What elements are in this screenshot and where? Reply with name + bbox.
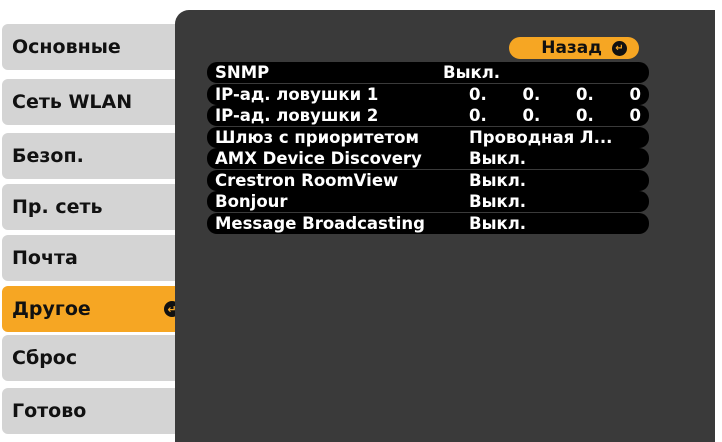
tab-wireless-lan[interactable]: Сеть WLAN bbox=[2, 79, 178, 125]
tab-complete[interactable]: Готово bbox=[2, 388, 178, 434]
enter-icon: ↵ bbox=[612, 40, 627, 56]
setting-row-trap-ip-2[interactable]: IP-ад. ловушки 2 0. 0. 0. 0 bbox=[207, 105, 649, 126]
setting-value: Выкл. bbox=[469, 213, 527, 233]
tab-mail[interactable]: Почта bbox=[2, 235, 178, 281]
ip-octet: 0. bbox=[522, 84, 541, 104]
tab-label: Готово bbox=[12, 400, 87, 422]
setting-row-trap-ip-1[interactable]: IP-ад. ловушки 1 0. 0. 0. 0 bbox=[207, 83, 649, 105]
tab-label: Пр. сеть bbox=[12, 196, 103, 218]
setting-label: IP-ад. ловушки 2 bbox=[215, 106, 379, 125]
setting-value: Выкл. bbox=[469, 170, 527, 190]
ip-octet: 0. bbox=[469, 84, 487, 104]
ip-octet: 0 bbox=[629, 106, 641, 125]
tab-label: Почта bbox=[12, 247, 78, 269]
back-button-label: Назад bbox=[541, 38, 602, 58]
setting-value: Проводная Л... bbox=[469, 127, 613, 147]
setting-row-snmp[interactable]: SNMP Выкл. bbox=[207, 62, 649, 83]
setting-value: Выкл. bbox=[469, 149, 527, 168]
setting-value: Выкл. bbox=[443, 63, 501, 82]
setting-label: Bonjour bbox=[215, 192, 288, 211]
ip-octet: 0. bbox=[469, 106, 487, 125]
tab-reset[interactable]: Сброс bbox=[2, 335, 178, 381]
tab-security[interactable]: Безоп. bbox=[2, 133, 178, 179]
setting-row-crestron-roomview[interactable]: Crestron RoomView Выкл. bbox=[207, 169, 649, 191]
setting-label: AMX Device Discovery bbox=[215, 149, 422, 168]
ip-address-value: 0. 0. 0. 0 bbox=[469, 106, 641, 125]
tab-label: Сброс bbox=[12, 347, 78, 369]
setting-row-message-broadcasting[interactable]: Message Broadcasting Выкл. bbox=[207, 212, 649, 234]
tab-label: Сеть WLAN bbox=[12, 91, 133, 113]
setting-label: IP-ад. ловушки 1 bbox=[215, 84, 379, 104]
setting-row-bonjour[interactable]: Bonjour Выкл. bbox=[207, 191, 649, 212]
setting-value: Выкл. bbox=[469, 192, 527, 211]
tab-label: Безоп. bbox=[12, 145, 84, 167]
tab-basic[interactable]: Основные bbox=[2, 24, 178, 70]
ip-octet: 0. bbox=[576, 106, 594, 125]
ip-octet: 0 bbox=[629, 84, 641, 104]
setting-row-amx-device-discovery[interactable]: AMX Device Discovery Выкл. bbox=[207, 148, 649, 169]
tab-label: Основные bbox=[12, 36, 121, 58]
tab-wired-lan[interactable]: Пр. сеть bbox=[2, 184, 178, 230]
menu-tabs: Основные Сеть WLAN Безоп. Пр. сеть Почта… bbox=[0, 0, 190, 442]
ip-octet: 0. bbox=[576, 84, 594, 104]
tab-label: Другое bbox=[12, 298, 91, 320]
setting-label: Message Broadcasting bbox=[215, 213, 425, 233]
ip-octet: 0. bbox=[522, 106, 541, 125]
tab-other[interactable]: Другое ↵ bbox=[2, 286, 188, 332]
back-button[interactable]: Назад ↵ bbox=[509, 37, 639, 59]
setting-label: Crestron RoomView bbox=[215, 170, 399, 190]
setting-label: Шлюз с приоритетом bbox=[215, 127, 419, 147]
ip-address-value: 0. 0. 0. 0 bbox=[469, 85, 641, 104]
settings-list: SNMP Выкл. IP-ад. ловушки 1 0. 0. 0. 0 I… bbox=[207, 62, 649, 234]
setting-row-priority-gateway[interactable]: Шлюз с приоритетом Проводная Л... bbox=[207, 126, 649, 148]
setting-label: SNMP bbox=[215, 63, 270, 82]
